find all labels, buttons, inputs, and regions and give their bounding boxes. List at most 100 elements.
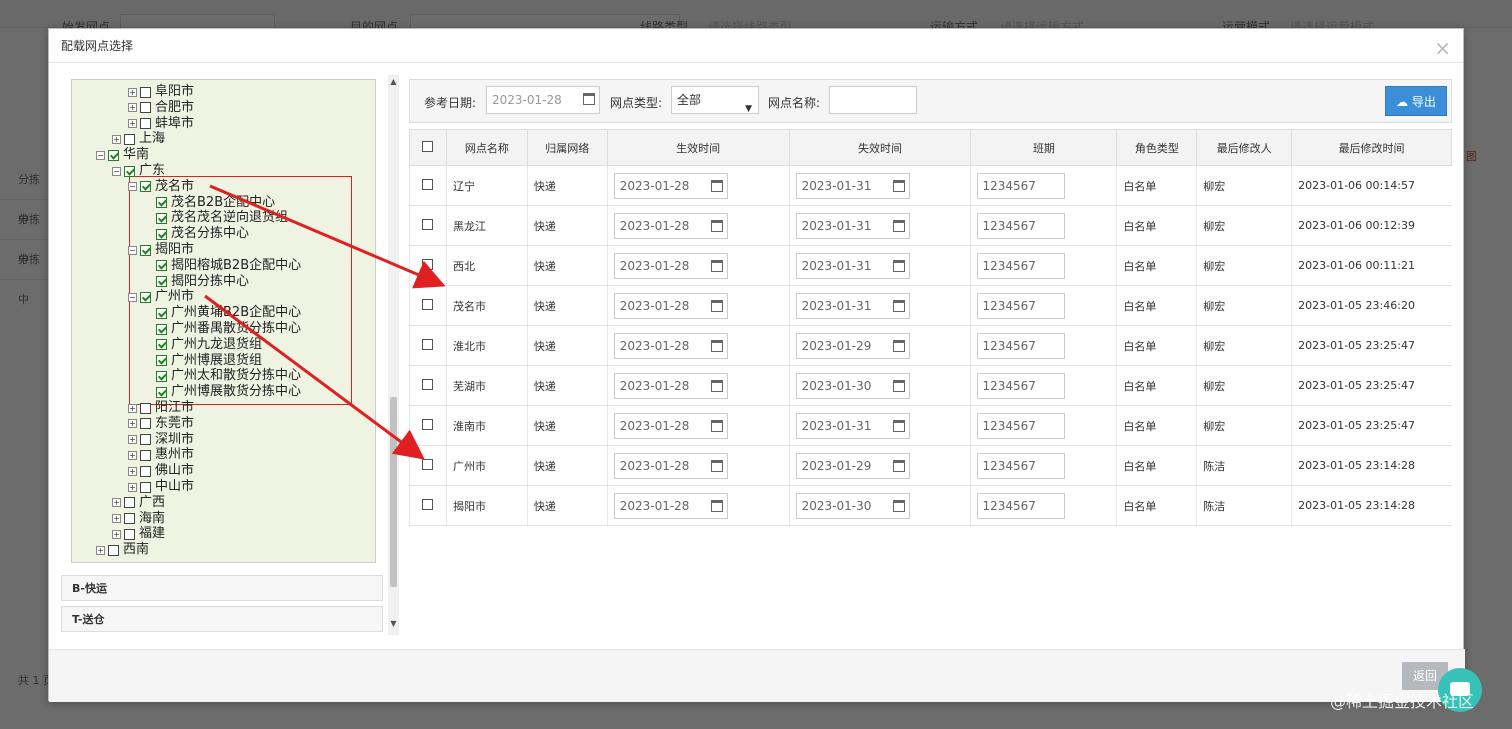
- table-row[interactable]: 黑龙江 快递 2023-01-28 2023-01-31 1234567 白名单 柳宏 202…: [409, 205, 1452, 246]
- tree-checkbox[interactable]: [140, 181, 151, 193]
- table-row[interactable]: 广州市 快递 2023-01-28 2023-01-29 1234567 白名单 陈洁 202…: [409, 445, 1452, 486]
- expand-icon[interactable]: +: [96, 545, 105, 555]
- select-all-checkbox[interactable]: [422, 140, 434, 152]
- tree-checkbox[interactable]: [124, 497, 135, 509]
- tree-node[interactable]: + 深圳市: [128, 432, 194, 448]
- expand-icon[interactable]: +: [128, 87, 137, 97]
- tree-node[interactable]: − 揭阳市: [128, 242, 194, 258]
- tree-node[interactable]: + 上海: [112, 131, 165, 147]
- tree-checkbox[interactable]: [156, 370, 167, 382]
- start-date-input[interactable]: 2023-01-28: [613, 172, 728, 199]
- expand-icon[interactable]: +: [128, 419, 137, 429]
- tree-node[interactable]: + 西南: [96, 542, 149, 558]
- tree-node[interactable]: + 惠州市: [128, 447, 194, 463]
- calendar-icon[interactable]: [892, 259, 905, 272]
- tree-checkbox[interactable]: [156, 197, 167, 209]
- ref-date-input[interactable]: 2023-01-28: [486, 86, 600, 114]
- tree-checkbox[interactable]: [156, 355, 167, 367]
- start-date-input[interactable]: 2023-01-28: [613, 252, 728, 279]
- tree-node[interactable]: 茂名茂名逆向退货组: [156, 210, 288, 226]
- accordion-t-warehouse[interactable]: T-送仓: [61, 606, 383, 632]
- tree-node[interactable]: − 广州市: [128, 289, 194, 305]
- start-date-input[interactable]: 2023-01-28: [613, 412, 728, 439]
- row-checkbox[interactable]: [422, 338, 434, 350]
- calendar-icon[interactable]: [710, 299, 723, 312]
- start-date-input[interactable]: 2023-01-28: [613, 372, 728, 399]
- expand-icon[interactable]: +: [112, 529, 121, 539]
- schedule-input[interactable]: 1234567: [977, 452, 1066, 479]
- table-row[interactable]: 茂名市 快递 2023-01-28 2023-01-31 1234567 白名单 柳宏 202…: [409, 285, 1452, 326]
- tree-checkbox[interactable]: [108, 149, 119, 161]
- col-header[interactable]: 角色类型: [1116, 129, 1198, 166]
- tree-checkbox[interactable]: [156, 307, 167, 319]
- col-header[interactable]: 最后修改时间: [1291, 129, 1452, 166]
- site-name-input[interactable]: [829, 86, 917, 114]
- close-icon[interactable]: ×: [1434, 31, 1451, 65]
- schedule-input[interactable]: 1234567: [977, 372, 1066, 399]
- tree-node[interactable]: 广州博展退货组: [156, 353, 262, 369]
- end-date-input[interactable]: 2023-01-30: [795, 372, 910, 399]
- tree-checkbox[interactable]: [140, 102, 151, 114]
- tree-node[interactable]: + 蚌埠市: [128, 116, 194, 132]
- tree-node[interactable]: 揭阳分拣中心: [156, 274, 249, 290]
- tree-checkbox[interactable]: [156, 260, 167, 272]
- calendar-icon[interactable]: [892, 179, 905, 192]
- expand-icon[interactable]: +: [128, 450, 137, 460]
- expand-icon[interactable]: +: [112, 498, 121, 508]
- tree-scrollbar[interactable]: ▲ ▼: [388, 75, 399, 635]
- tree-node[interactable]: + 中山市: [128, 479, 194, 495]
- tree-checkbox[interactable]: [140, 418, 151, 430]
- schedule-input[interactable]: 1234567: [977, 492, 1066, 519]
- row-checkbox[interactable]: [422, 378, 434, 390]
- calendar-icon[interactable]: [892, 499, 905, 512]
- calendar-icon[interactable]: [892, 419, 905, 432]
- scroll-down-icon[interactable]: ▼: [388, 619, 399, 633]
- table-row[interactable]: 芜湖市 快递 2023-01-28 2023-01-30 1234567 白名单 柳宏 202…: [409, 365, 1452, 406]
- tree-node[interactable]: + 佛山市: [128, 463, 194, 479]
- expand-icon[interactable]: +: [112, 134, 121, 144]
- calendar-icon[interactable]: [710, 179, 723, 192]
- site-type-select[interactable]: 全部 ▼: [671, 86, 759, 114]
- tree-node[interactable]: 广州太和散货分拣中心: [156, 368, 301, 384]
- col-header[interactable]: 网点名称: [445, 129, 528, 166]
- calendar-icon[interactable]: [710, 379, 723, 392]
- end-date-input[interactable]: 2023-01-29: [795, 332, 910, 359]
- schedule-input[interactable]: 1234567: [977, 172, 1066, 199]
- end-date-input[interactable]: 2023-01-31: [795, 412, 910, 439]
- end-date-input[interactable]: 2023-01-31: [795, 172, 910, 199]
- end-date-input[interactable]: 2023-01-29: [795, 452, 910, 479]
- calendar-icon[interactable]: [892, 299, 905, 312]
- tree-node[interactable]: + 广西: [112, 495, 165, 511]
- collapse-icon[interactable]: −: [96, 150, 105, 160]
- tree-checkbox[interactable]: [124, 133, 135, 145]
- end-date-input[interactable]: 2023-01-31: [795, 212, 910, 239]
- tree-checkbox[interactable]: [140, 118, 151, 130]
- schedule-input[interactable]: 1234567: [977, 412, 1066, 439]
- calendar-icon[interactable]: [710, 339, 723, 352]
- expand-icon[interactable]: +: [128, 435, 137, 445]
- table-row[interactable]: 西北 快递 2023-01-28 2023-01-31 1234567 白名单 柳宏 2023…: [409, 245, 1452, 286]
- tree-checkbox[interactable]: [108, 544, 119, 556]
- tree-node[interactable]: 广州博展散货分拣中心: [156, 384, 301, 400]
- col-header[interactable]: 归属网络: [526, 129, 608, 166]
- expand-icon[interactable]: +: [128, 403, 137, 413]
- calendar-icon[interactable]: [892, 219, 905, 232]
- collapse-icon[interactable]: −: [128, 182, 137, 192]
- tree-node[interactable]: + 福建: [112, 526, 165, 542]
- tree-node[interactable]: 广州番禺散货分拣中心: [156, 321, 301, 337]
- start-date-input[interactable]: 2023-01-28: [613, 212, 728, 239]
- scroll-thumb[interactable]: [390, 397, 397, 587]
- tree-checkbox[interactable]: [156, 323, 167, 335]
- start-date-input[interactable]: 2023-01-28: [613, 452, 728, 479]
- collapse-icon[interactable]: −: [128, 292, 137, 302]
- tree-checkbox[interactable]: [140, 481, 151, 493]
- calendar-icon[interactable]: [710, 499, 723, 512]
- tree-node[interactable]: + 阳江市: [128, 400, 194, 416]
- schedule-input[interactable]: 1234567: [977, 332, 1066, 359]
- scroll-up-icon[interactable]: ▲: [388, 77, 399, 91]
- expand-icon[interactable]: +: [112, 514, 121, 524]
- row-checkbox[interactable]: [422, 418, 434, 430]
- end-date-input[interactable]: 2023-01-30: [795, 492, 910, 519]
- row-checkbox[interactable]: [422, 298, 434, 310]
- tree-checkbox[interactable]: [156, 228, 167, 240]
